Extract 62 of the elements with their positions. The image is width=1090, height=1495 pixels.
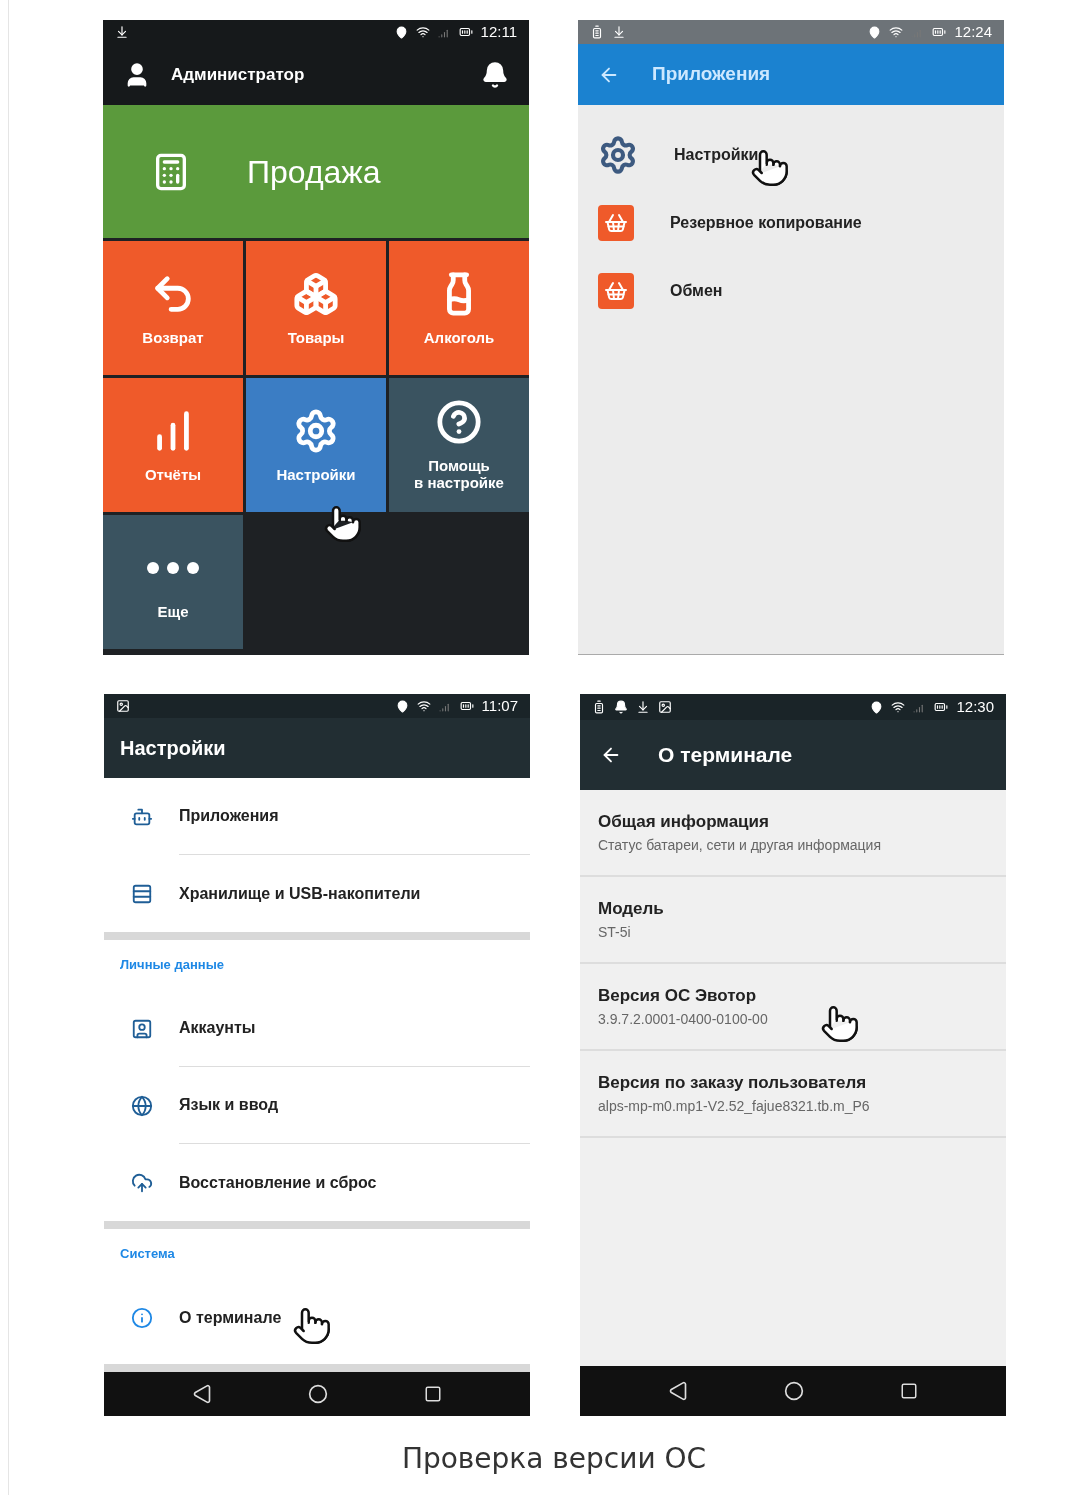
- hand-cursor-icon: [820, 1004, 860, 1044]
- screen-title: Настройки: [120, 736, 226, 761]
- back-icon[interactable]: [192, 1384, 212, 1404]
- settings-item[interactable]: Хранилище и USB-накопители: [179, 881, 421, 906]
- settings-item[interactable]: Аккаунты: [179, 1016, 256, 1040]
- hand-cursor-icon: [323, 504, 363, 544]
- globe-icon: [130, 1094, 153, 1117]
- battery-icon: [932, 25, 947, 39]
- info-icon: [130, 1306, 153, 1329]
- boxes-icon: [293, 270, 339, 317]
- wifi-icon: [891, 700, 906, 714]
- cloud-upload-icon: [130, 1171, 153, 1194]
- storage-list-icon: [130, 882, 153, 905]
- figure-caption: Проверка версии ОС: [401, 1441, 707, 1477]
- info-list-item[interactable]: Модель ST-5i: [580, 877, 1006, 964]
- settings-item[interactable]: О терминале: [179, 1305, 282, 1330]
- settings-item[interactable]: Приложения: [179, 804, 279, 828]
- info-list-item[interactable]: Версия по заказу пользователя alps-mp-m0.mp1-V2.52_fajue8321.tb.m_P6: [580, 1051, 1006, 1138]
- settings-item[interactable]: Восстановление и сброс: [179, 1170, 377, 1195]
- app-list-item[interactable]: Обмен: [578, 257, 1004, 325]
- wifi-icon: [415, 25, 430, 39]
- location-icon: [395, 699, 409, 713]
- image-icon: [658, 700, 672, 714]
- section-header: Система: [120, 1245, 175, 1264]
- section-header: Личные данные: [120, 956, 224, 975]
- screen-title: Приложения: [652, 62, 771, 87]
- back-icon[interactable]: [668, 1381, 688, 1401]
- user-name: Администратор: [171, 63, 305, 86]
- battery-icon: [458, 25, 473, 39]
- recents-icon[interactable]: [424, 1385, 442, 1403]
- wifi-icon: [889, 25, 904, 39]
- recents-icon[interactable]: [900, 1382, 918, 1400]
- app-list-item[interactable]: Резервное копирование: [578, 189, 1004, 257]
- status-time: 12:24: [954, 21, 992, 42]
- location-icon: [870, 700, 884, 714]
- notification-icon: [614, 700, 628, 714]
- help-icon: [436, 399, 482, 445]
- home-icon[interactable]: [784, 1381, 804, 1401]
- menu-tile[interactable]: Настройки: [246, 378, 386, 512]
- dots-icon: [147, 561, 199, 574]
- menu-tile[interactable]: Еще: [103, 515, 243, 649]
- info-list-item[interactable]: Общая информация Статус батареи, сети и другая информация: [580, 790, 1006, 877]
- menu-tile[interactable]: Помощь в настройке: [389, 378, 529, 512]
- status-time: 12:30: [956, 696, 994, 717]
- wifi-icon: [416, 699, 431, 713]
- app-list-item[interactable]: Настройки: [578, 121, 1004, 189]
- status-time: 11:07: [481, 695, 518, 716]
- account-icon: [130, 1017, 153, 1040]
- screen-title: О терминале: [658, 742, 793, 769]
- image-icon: [116, 699, 130, 713]
- location-icon: [868, 25, 882, 39]
- status-time: 12:11: [480, 21, 517, 42]
- location-icon: [394, 25, 408, 39]
- settings-item[interactable]: Язык и ввод: [179, 1093, 279, 1117]
- gear-icon: [598, 135, 638, 175]
- hand-cursor-icon: [292, 1306, 332, 1346]
- battery-icon: [459, 699, 474, 713]
- home-icon[interactable]: [308, 1384, 328, 1404]
- basket-icon: [598, 205, 634, 241]
- basket-icon: [598, 273, 634, 309]
- battery-icon: [934, 700, 949, 714]
- notifications-icon[interactable]: [481, 60, 509, 89]
